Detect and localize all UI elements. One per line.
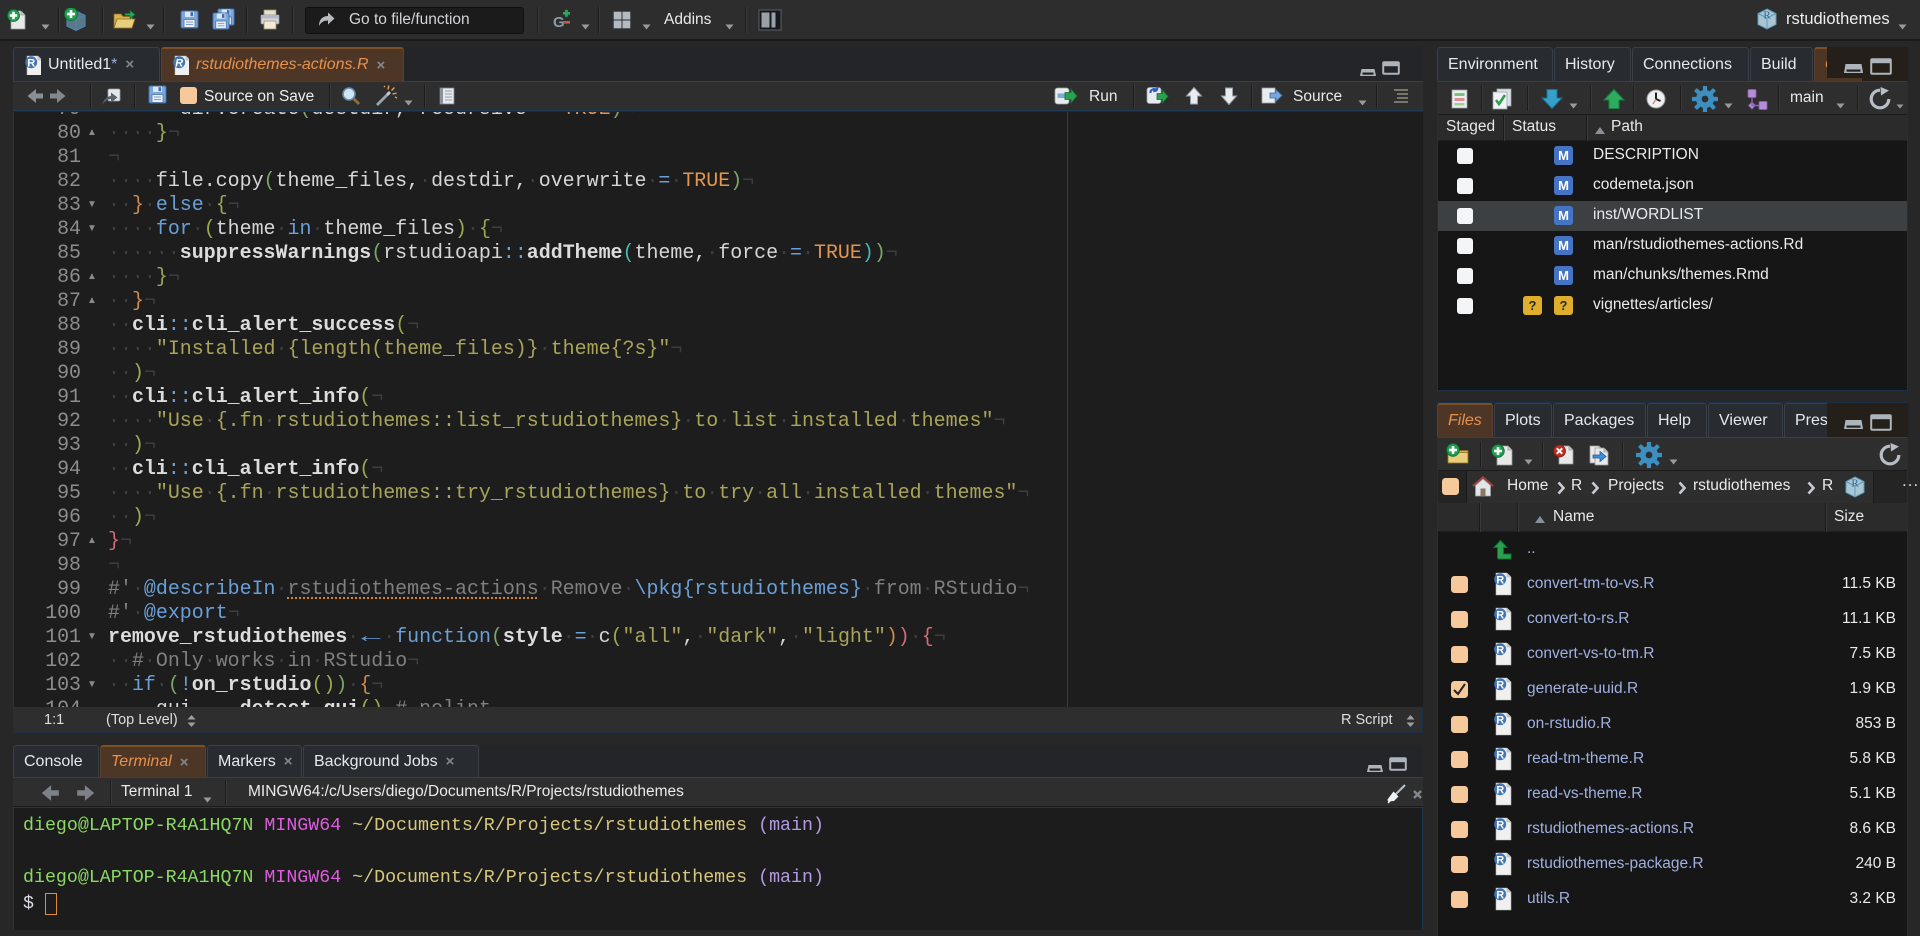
svg-text:R: R (1496, 854, 1504, 866)
svg-text:R: R (1496, 609, 1504, 621)
svg-text:R: R (1496, 679, 1504, 691)
svg-text:R: R (175, 57, 183, 69)
svg-text:R: R (1496, 574, 1504, 586)
svg-text:R: R (1851, 478, 1859, 490)
svg-text:R: R (1496, 784, 1504, 796)
svg-text:G: G (553, 14, 565, 31)
svg-text:R: R (1763, 10, 1771, 22)
svg-text:R: R (1496, 644, 1504, 656)
svg-text:R: R (1496, 889, 1504, 901)
svg-text:R: R (27, 57, 35, 69)
svg-text:R: R (1496, 819, 1504, 831)
svg-text:R: R (1496, 749, 1504, 761)
svg-text:R: R (1496, 714, 1504, 726)
